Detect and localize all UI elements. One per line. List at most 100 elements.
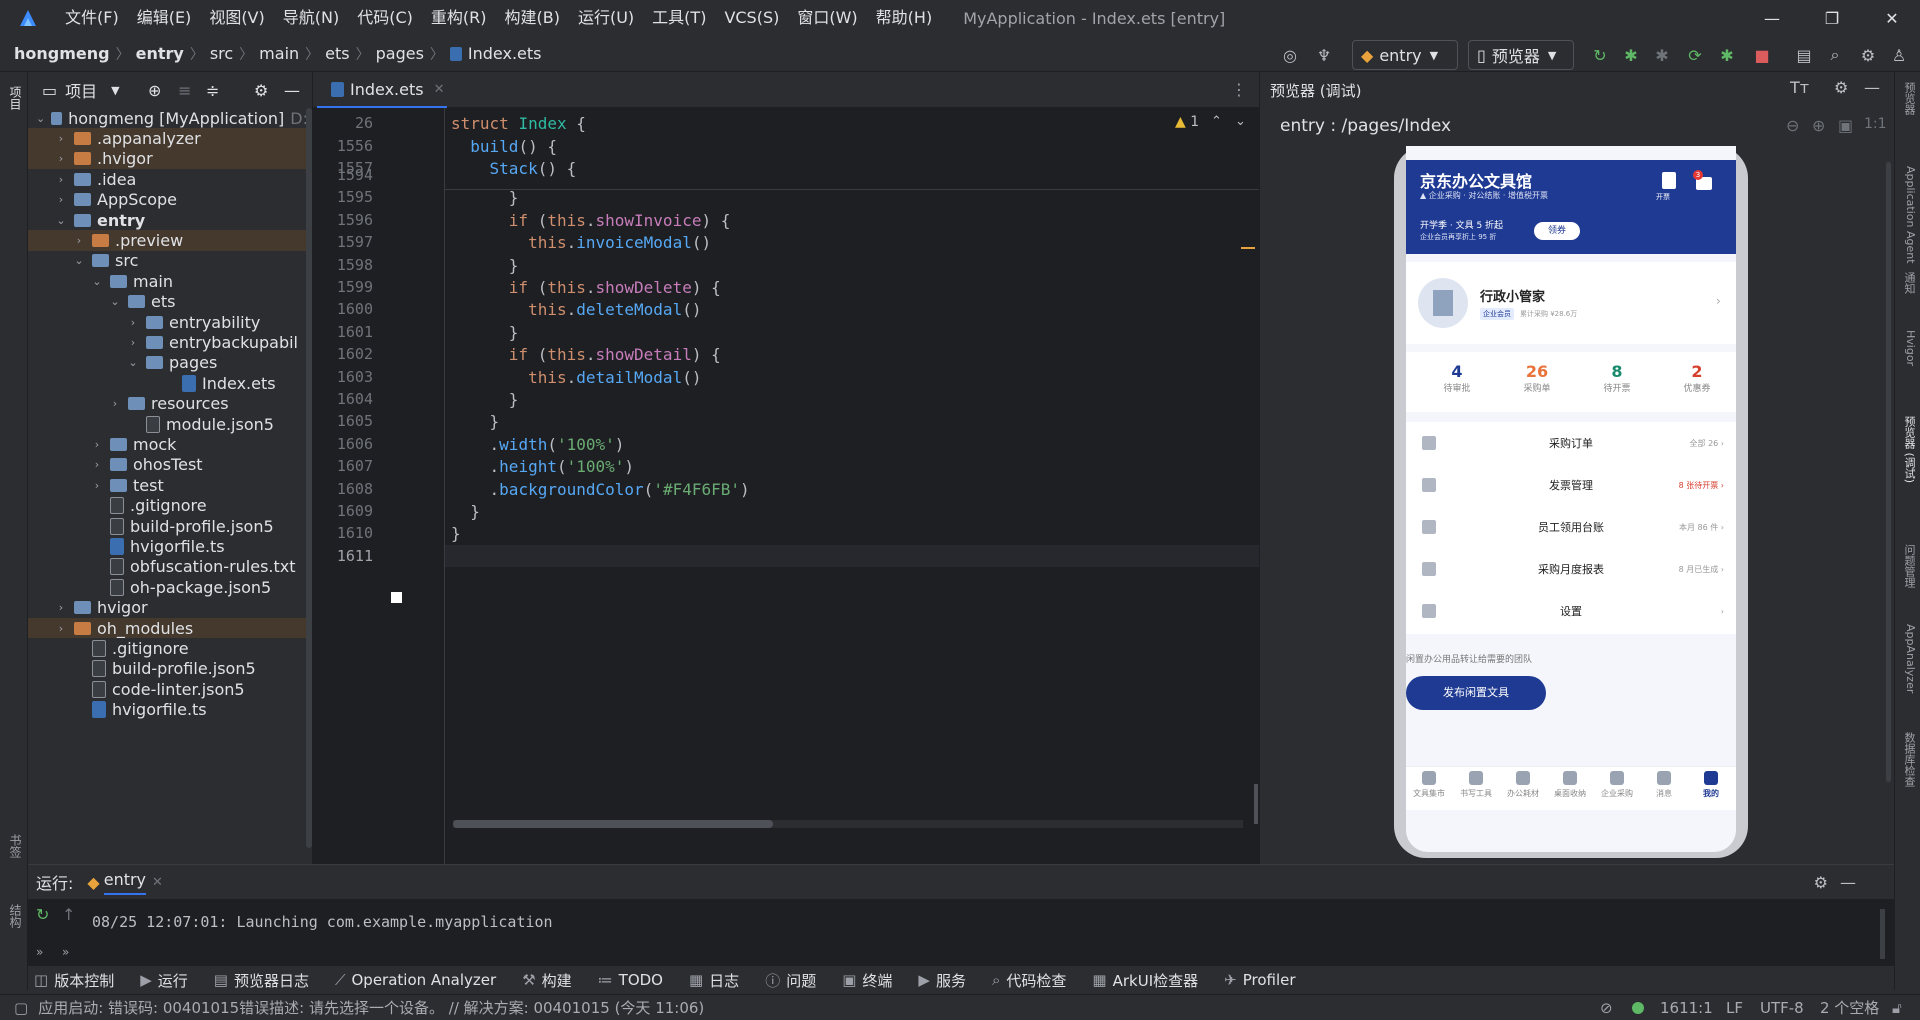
scroll-up-icon[interactable]: ↑ [62, 905, 75, 924]
chevron-right-icon[interactable]: › [90, 479, 104, 492]
tree-item[interactable]: code-linter.json5 [28, 679, 308, 699]
code-line[interactable]: if (this.showDelete) { [451, 278, 721, 297]
tree-item[interactable]: ⌄ hongmeng [MyApplication] D: [28, 108, 308, 128]
bottom-tab-item[interactable]: 文具集市 [1406, 771, 1452, 799]
gear-icon[interactable]: ⚙ [1814, 873, 1828, 892]
breadcrumb-item[interactable]: pages [376, 44, 424, 64]
more-icon[interactable]: ⋮ [1231, 80, 1247, 99]
tree-item[interactable]: › test [28, 475, 308, 495]
code-line[interactable]: this.detailModal() [451, 368, 701, 387]
tree-item[interactable]: oh-package.json5 [28, 577, 308, 597]
bottom-tool-button[interactable]: ▤ 预览器日志 [214, 970, 309, 991]
tree-item[interactable]: › resources [28, 394, 308, 414]
line-separator[interactable]: LF [1726, 999, 1743, 1017]
attach-debugger-icon[interactable]: ✱ [1649, 42, 1675, 68]
warning-marker[interactable] [1241, 247, 1255, 249]
tree-item[interactable]: module.json5 [28, 414, 308, 434]
chevron-right-icon[interactable]: › [126, 336, 140, 349]
code-line[interactable]: this.invoiceModal() [451, 233, 711, 252]
bottom-tool-button[interactable]: ▦ ArkUI检查器 [1092, 970, 1198, 991]
stop-icon[interactable]: ■ [1749, 42, 1775, 68]
sticky-code-line[interactable]: build() { [451, 137, 557, 156]
chevron-right-icon[interactable]: › [90, 438, 104, 451]
tree-item[interactable]: › mock [28, 434, 308, 454]
bottom-tool-button[interactable]: ⓘ 问题 [765, 970, 816, 991]
tree-item[interactable]: › .idea [28, 169, 308, 189]
agent-icon[interactable]: ♆ [1311, 42, 1337, 68]
chevron-down-icon[interactable]: ⌄ [90, 275, 104, 288]
chevron-down-icon[interactable]: ⌄ [54, 214, 68, 227]
breadcrumb-item[interactable]: ets [325, 44, 349, 64]
stat-item[interactable]: 8 待开票 [1582, 362, 1652, 394]
next-highlight-icon[interactable]: ⌄ [1235, 114, 1246, 129]
close-tab-icon[interactable]: ✕ [152, 875, 163, 890]
right-tool-button[interactable]: AppAnalyzer [1899, 624, 1917, 693]
file-encoding[interactable]: UTF-8 [1760, 999, 1804, 1017]
breadcrumb-item[interactable]: src [210, 44, 233, 64]
invoice-icon[interactable] [1662, 172, 1676, 189]
bottom-tab-item[interactable]: 消息 [1641, 771, 1687, 799]
horizontal-scrollbar[interactable] [453, 820, 773, 828]
expand-icon[interactable]: » [62, 945, 69, 959]
chevron-right-icon[interactable]: › [72, 234, 86, 247]
color-swatch[interactable] [391, 592, 402, 603]
chevron-right-icon[interactable]: › [54, 173, 68, 186]
settings-icon[interactable]: ⚙ [1855, 42, 1881, 68]
bottom-tool-button[interactable]: ▣ 终端 [842, 970, 892, 991]
tree-item[interactable]: ⌄ ets [28, 292, 308, 312]
locate-icon[interactable]: ◎ [1277, 42, 1303, 68]
search-icon[interactable]: ⌕ [1822, 42, 1848, 68]
restore-icon[interactable]: ❐ [1804, 0, 1860, 36]
profile-card[interactable]: 行政小管家 企业会员 累计采购 ¥28.6万 › [1406, 262, 1736, 344]
breadcrumb-item[interactable]: entry [136, 44, 184, 64]
no-vcs-icon[interactable]: ⊘ [1600, 999, 1613, 1017]
bottom-tool-button[interactable]: ▶ 服务 [918, 970, 966, 991]
chevron-down-icon[interactable]: ⌄ [36, 112, 45, 125]
menu-item[interactable]: 导航(N) [274, 0, 348, 36]
tree-item[interactable]: build-profile.json5 [28, 516, 308, 536]
code-line[interactable]: this.deleteModal() [451, 300, 701, 319]
chevron-down-icon[interactable]: ▼ [111, 84, 119, 97]
window-icon[interactable]: ▢ [14, 999, 28, 1017]
breadcrumb-item[interactable]: Index.ets [449, 44, 542, 64]
tree-item[interactable]: › oh_modules [28, 618, 308, 639]
tree-item[interactable]: obfuscation-rules.txt [28, 557, 308, 577]
device-select[interactable]: ▯ 预览器 ▼ [1468, 40, 1574, 70]
menu-item[interactable]: 视图(V) [200, 0, 273, 36]
font-size-icon[interactable]: Tт [1790, 78, 1809, 97]
tree-item[interactable]: ⌄ src [28, 251, 308, 271]
vertical-scrollbar[interactable] [1254, 784, 1258, 824]
menu-item[interactable]: VCS(S) [715, 0, 788, 36]
zoom-in-icon[interactable]: ⊕ [1812, 116, 1825, 135]
chevron-right-icon[interactable]: › [54, 601, 68, 614]
expand-icon[interactable]: » [36, 945, 43, 959]
code-line[interactable]: .backgroundColor('#F4F6FB') [451, 480, 750, 499]
debug-icon[interactable]: ✱ [1618, 42, 1644, 68]
run-config-select[interactable]: ◆ entry ▼ [1352, 40, 1458, 70]
indent-setting[interactable]: 2 个空格 [1820, 997, 1879, 1018]
right-tool-button[interactable]: 预览器 (调试) [1899, 416, 1917, 483]
warning-indicator[interactable]: ▲ 1 [1175, 114, 1199, 130]
bottom-tab-item[interactable]: 桌面收纳 [1547, 771, 1593, 799]
right-tool-button[interactable]: 通知 [1899, 272, 1917, 294]
chevron-right-icon[interactable]: › [54, 622, 68, 635]
right-tool-button[interactable]: 问题管理 [1899, 544, 1917, 588]
chevron-down-icon[interactable]: ⌄ [126, 356, 140, 369]
right-tool-button[interactable]: Application Agent [1899, 166, 1917, 264]
tree-item[interactable]: ⌄ entry [28, 210, 308, 230]
chevron-down-icon[interactable]: ⌄ [108, 295, 122, 308]
chevron-right-icon[interactable]: › [54, 152, 68, 165]
gear-icon[interactable]: ⚙ [254, 81, 268, 100]
project-tool-button[interactable]: 项目 [4, 86, 24, 110]
bottom-tool-button[interactable]: ⚒ 构建 [522, 970, 571, 991]
chevron-down-icon[interactable]: ⌄ [72, 254, 86, 267]
bookmarks-tool-button[interactable]: 书签 [4, 834, 24, 858]
menu-row[interactable]: 采购月度报表 8 月已生成 › [1406, 548, 1736, 590]
stat-item[interactable]: 2 优惠券 [1662, 362, 1732, 394]
profile-icon[interactable]: ✱ [1714, 42, 1740, 68]
bottom-tool-button[interactable]: ✈ Profiler [1224, 971, 1295, 989]
bottom-tool-button[interactable]: ▦ 日志 [689, 970, 739, 991]
fit-screen-icon[interactable]: ▣ [1838, 116, 1853, 135]
code-line[interactable]: if (this.showDetail) { [451, 345, 721, 364]
menu-item[interactable]: 重构(R) [422, 0, 496, 36]
